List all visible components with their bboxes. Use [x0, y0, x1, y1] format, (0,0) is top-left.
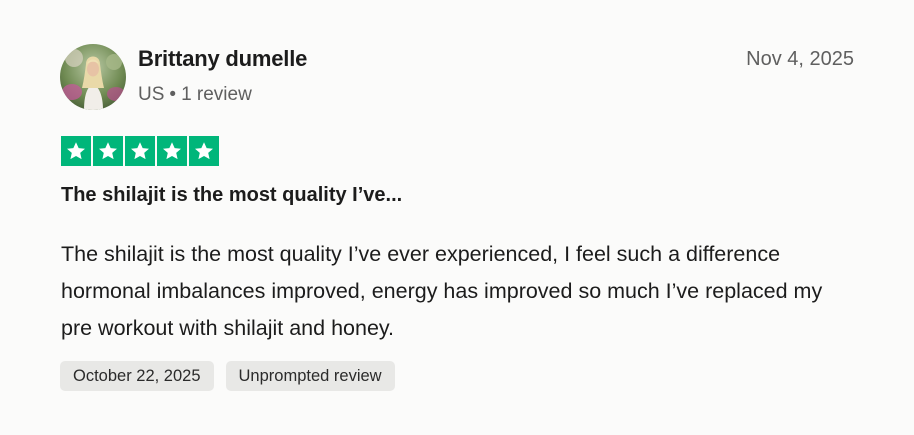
reviewer-name[interactable]: Brittany dumelle [138, 46, 307, 72]
unprompted-review-tag[interactable]: Unprompted review [225, 361, 395, 391]
review-title[interactable]: The shilajit is the most quality I’ve... [61, 184, 402, 207]
review-card: Brittany dumelle US • 1 review Nov 4, 2025… [0, 0, 914, 435]
reviewer-meta: US • 1 review [138, 84, 252, 106]
star-icon [189, 136, 219, 166]
review-tags: October 22, 2025 Unprompted review [60, 361, 395, 391]
star-icon [157, 136, 187, 166]
reviewer-country: US [138, 84, 165, 105]
review-date: Nov 4, 2025 [746, 48, 854, 70]
star-icon [93, 136, 123, 166]
experience-date-tag[interactable]: October 22, 2025 [60, 361, 214, 391]
star-icon [61, 136, 91, 166]
reviewer-review-count: 1 review [181, 84, 252, 105]
meta-separator: • [169, 84, 177, 105]
avatar[interactable] [60, 44, 126, 110]
star-rating [61, 136, 219, 166]
star-icon [125, 136, 155, 166]
review-body: The shilajit is the most quality I’ve ev… [61, 242, 823, 340]
avatar-photo-icon [60, 44, 126, 110]
